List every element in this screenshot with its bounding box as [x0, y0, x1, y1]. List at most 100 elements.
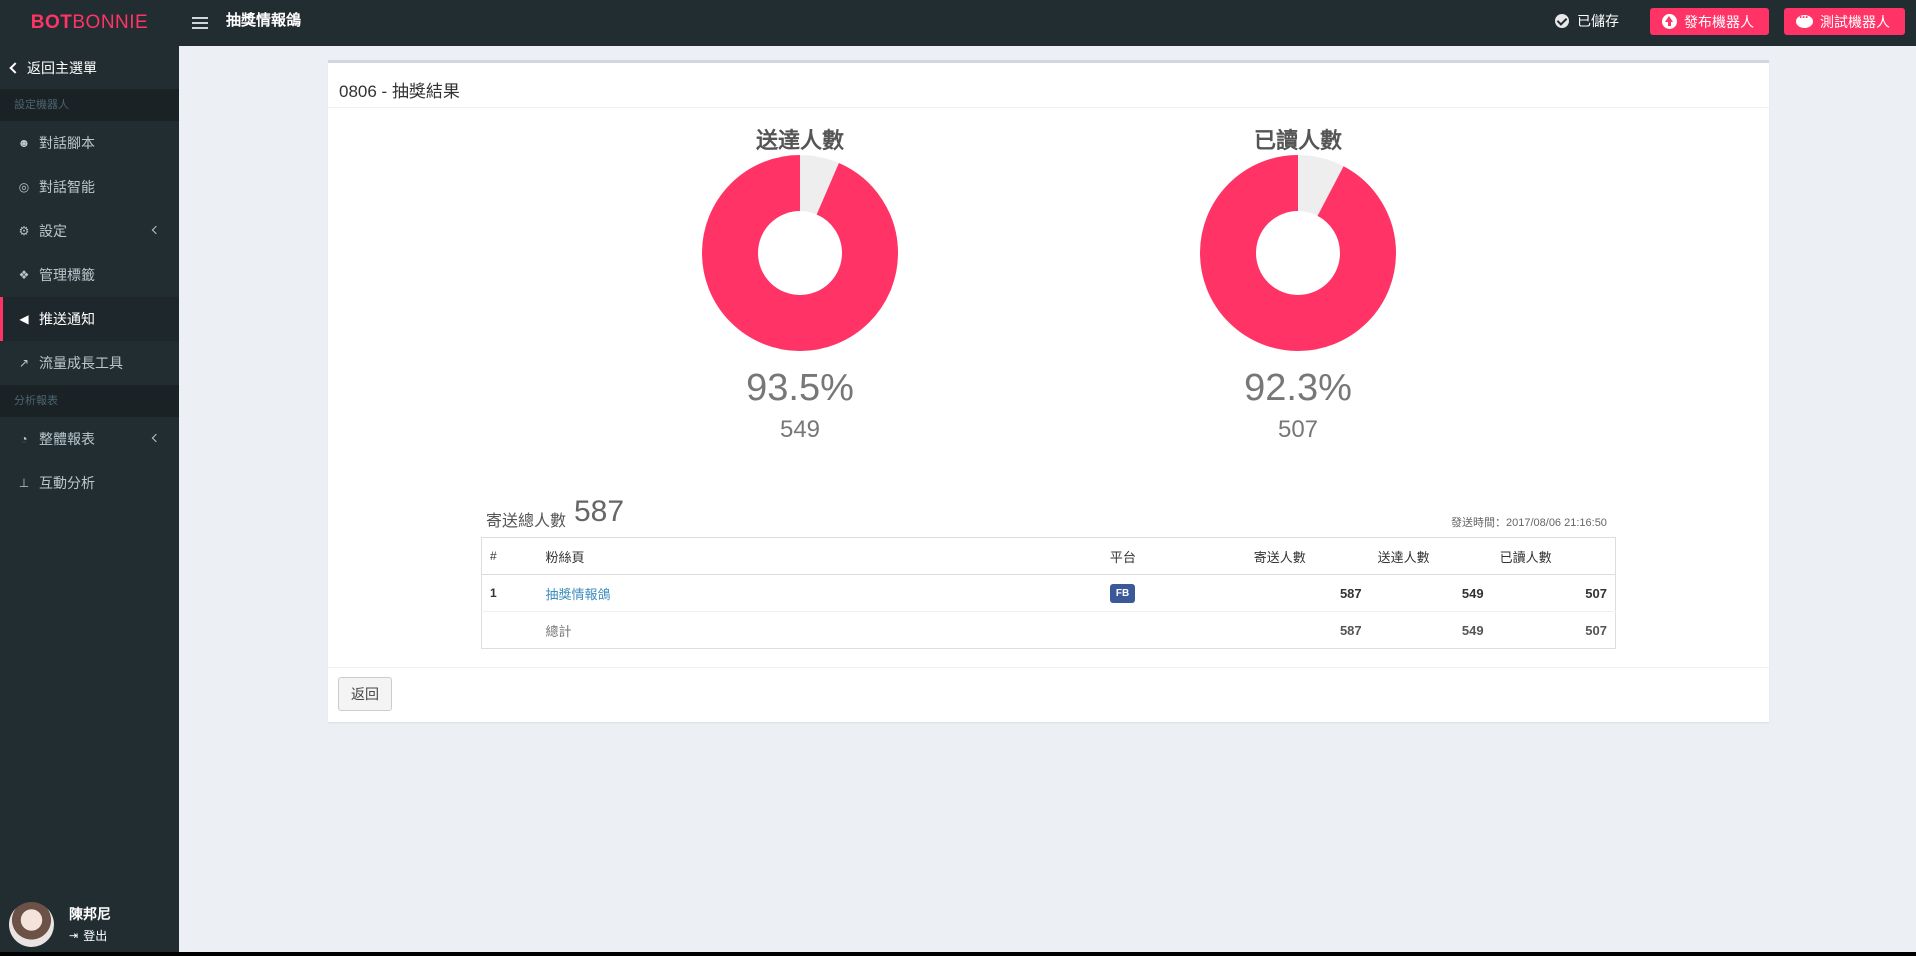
line-chart-icon: ↗ — [18, 356, 30, 370]
row-read: 507 — [1491, 574, 1616, 612]
sidebar-section-bot-settings: 設定機器人 — [0, 89, 179, 121]
column-header-delivered: 送達人數 — [1369, 537, 1492, 575]
total-row-delivered: 549 — [1369, 611, 1492, 649]
back-to-main-menu-label: 返回主選單 — [27, 59, 97, 76]
publish-bot-label: 發布機器人 — [1684, 13, 1754, 30]
sidebar-toggle-icon[interactable] — [192, 12, 208, 34]
read-chart: 已讀人數 92.3% 507 — [1178, 123, 1418, 444]
table-row: 1 抽獎情報鴿 FB 587 549 507 — [481, 574, 1616, 612]
total-sent-label: 寄送總人數 — [486, 513, 567, 530]
sidebar-item-dialog-script[interactable]: ☻ 對話腳本 — [0, 121, 179, 165]
column-header-fanpage: 粉絲頁 — [537, 537, 1102, 575]
chart-title: 已讀人數 — [1253, 128, 1342, 153]
sign-out-icon: ⇥ — [69, 930, 79, 942]
row-platform: FB — [1101, 574, 1246, 612]
chevron-left-icon — [151, 225, 161, 235]
row-sent: 587 — [1245, 574, 1370, 612]
chevron-left-icon — [151, 433, 161, 443]
logo-light-text: BONNIE — [72, 12, 149, 33]
publish-bot-button[interactable]: 發布機器人 — [1650, 8, 1769, 35]
broadcast-result-panel: 0806 - 抽獎結果 送達人數 93.5% 549 已讀人數 92.3% 50… — [328, 60, 1769, 722]
delivered-donut — [702, 155, 898, 351]
gear-icon: ⚙ — [18, 224, 30, 238]
total-row-platform — [1101, 611, 1246, 649]
sidebar-item-interaction-analysis[interactable]: ⊥ 互動分析 — [0, 461, 179, 505]
total-row-label: 總計 — [537, 611, 1102, 649]
bottom-edge — [0, 952, 1916, 956]
send-time: 發送時間：2017/08/06 21:16:50 — [1451, 517, 1607, 529]
total-row-read: 507 — [1491, 611, 1616, 649]
back-button[interactable]: 返回 — [338, 677, 392, 711]
read-count: 507 — [1277, 416, 1319, 443]
result-table: # 粉絲頁 平台 寄送人數 送達人數 已讀人數 1 抽獎情報鴿 FB 587 5… — [481, 537, 1616, 649]
facebook-badge: FB — [1109, 583, 1136, 603]
check-circle-icon — [1555, 14, 1569, 28]
delivered-percent: 93.5% — [746, 367, 854, 409]
bot-name: 抽獎情報鴿 — [226, 12, 302, 29]
reddit-icon: ☻ — [17, 136, 31, 150]
chat-bubble-icon — [1796, 10, 1813, 28]
total-row-sent: 587 — [1245, 611, 1370, 649]
logo-bold-text: BOT — [30, 12, 73, 33]
bullhorn-icon: ◀ — [19, 312, 29, 326]
top-navbar: BOTBONNIE 抽獎情報鴿 已儲存 發布機器人 測試機器人 — [0, 0, 1916, 46]
read-percent: 92.3% — [1244, 367, 1352, 409]
sidebar: 返回主選單 設定機器人 ☻ 對話腳本 ◎ 對話智能 ⚙ 設定 ❖ 管理標籤 ◀ … — [0, 46, 179, 952]
fanpage-link[interactable]: 抽獎情報鴿 — [545, 587, 610, 602]
sidebar-item-label: 整體報表 — [39, 431, 95, 447]
back-to-main-menu[interactable]: 返回主選單 — [0, 46, 179, 89]
sidebar-item-label: 流量成長工具 — [39, 355, 123, 371]
row-fanpage: 抽獎情報鴿 — [537, 574, 1102, 612]
divider — [328, 107, 1769, 108]
sidebar-item-settings[interactable]: ⚙ 設定 — [0, 209, 179, 253]
sidebar-item-label: 對話腳本 — [39, 135, 95, 151]
row-index: 1 — [481, 574, 538, 612]
sidebar-item-overall-report[interactable]: ◔ 整體報表 — [0, 417, 179, 461]
upload-circle-icon — [1662, 14, 1677, 29]
column-header-platform: 平台 — [1101, 537, 1246, 575]
sitemap-icon: ⊥ — [18, 476, 30, 490]
row-delivered: 549 — [1369, 574, 1492, 612]
total-sent-value: 587 — [574, 495, 625, 528]
user-panel: 陳邦尼 ⇥ 登出 — [0, 882, 179, 952]
delivered-chart: 送達人數 93.5% 549 — [680, 123, 920, 444]
tags-icon: ❖ — [18, 268, 30, 282]
test-bot-button[interactable]: 測試機器人 — [1784, 8, 1905, 35]
dashboard-icon: ◔ — [20, 432, 28, 446]
donut-value-slice — [702, 155, 898, 351]
broadcast-id: 0806 - — [339, 82, 392, 101]
sidebar-section-reports: 分析報表 — [0, 385, 179, 417]
page-title: 0806 - 抽獎結果 — [339, 77, 460, 102]
test-bot-label: 測試機器人 — [1820, 13, 1890, 30]
divider — [328, 667, 1769, 668]
column-header-index: # — [481, 537, 538, 575]
sidebar-item-label: 互動分析 — [39, 475, 95, 491]
saved-status-label: 已儲存 — [1577, 13, 1619, 29]
sidebar-item-label: 推送通知 — [39, 311, 95, 327]
column-header-sent: 寄送人數 — [1245, 537, 1370, 575]
brand-logo[interactable]: BOT BONNIE — [0, 0, 179, 46]
table-header-row: # 粉絲頁 平台 寄送人數 送達人數 已讀人數 — [481, 537, 1616, 575]
sidebar-item-growth-tools[interactable]: ↗ 流量成長工具 — [0, 341, 179, 385]
saved-status: 已儲存 — [1555, 0, 1619, 42]
sidebar-item-label: 對話智能 — [39, 179, 95, 195]
logout-link[interactable]: ⇥ 登出 — [69, 927, 107, 944]
user-name: 陳邦尼 — [69, 906, 111, 922]
total-row-index — [481, 611, 538, 649]
sidebar-item-push-notification[interactable]: ◀ 推送通知 — [0, 297, 179, 341]
donut-value-slice — [1200, 155, 1396, 351]
logout-label: 登出 — [83, 929, 108, 943]
read-donut — [1200, 155, 1396, 351]
sidebar-item-manage-tags[interactable]: ❖ 管理標籤 — [0, 253, 179, 297]
target-icon: ◎ — [18, 180, 30, 194]
sidebar-item-dialog-ai[interactable]: ◎ 對話智能 — [0, 165, 179, 209]
delivered-count: 549 — [779, 416, 821, 443]
chevron-left-icon — [9, 61, 21, 74]
column-header-read: 已讀人數 — [1491, 537, 1616, 575]
avatar[interactable] — [9, 902, 54, 947]
table-total-row: 總計 587 549 507 — [481, 611, 1616, 649]
chart-title: 送達人數 — [755, 128, 844, 153]
page-title-text: 抽獎結果 — [391, 82, 460, 101]
sidebar-item-label: 設定 — [39, 223, 67, 239]
sidebar-item-label: 管理標籤 — [39, 267, 95, 283]
